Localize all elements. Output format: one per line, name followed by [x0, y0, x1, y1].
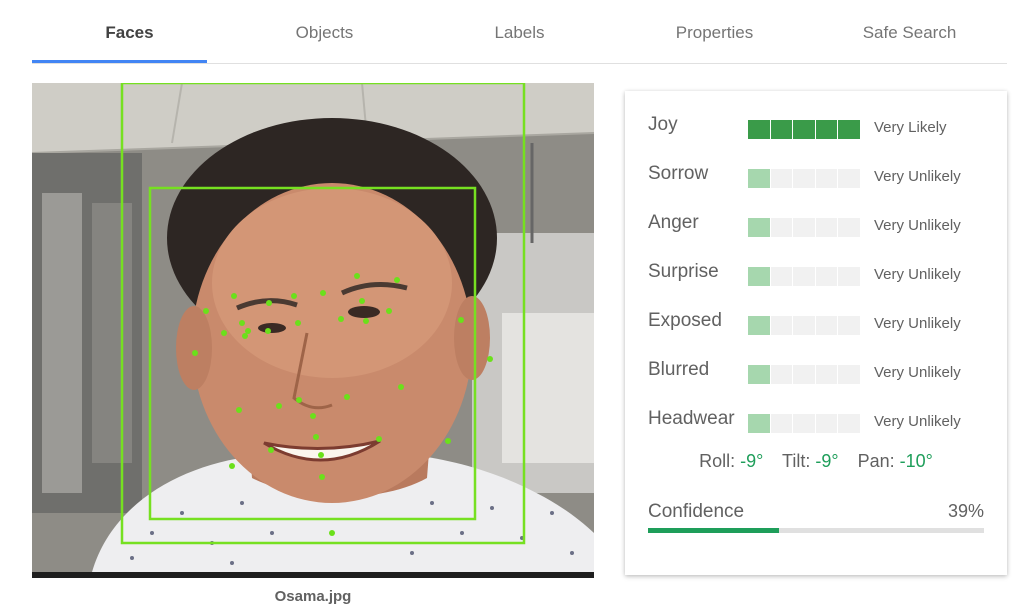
likelihood-label: Very Unlikely [874, 315, 961, 332]
pan-value: -10° [899, 451, 933, 471]
face-photo [32, 83, 594, 572]
meter-segment [838, 414, 860, 433]
tab-faces[interactable]: Faces [32, 0, 227, 63]
image-filename: Osama.jpg [274, 588, 352, 605]
meter-segment [748, 365, 770, 384]
likelihood-label: Very Likely [874, 119, 947, 136]
meter-segment [815, 365, 838, 384]
attribute-name: Headwear [648, 408, 735, 429]
meter-segment [793, 316, 815, 335]
analyzed-image [32, 83, 594, 578]
tab-properties[interactable]: Properties [617, 0, 812, 63]
head-angles: Roll: -9° Tilt: -9° Pan: -10° [625, 451, 1007, 472]
meter-segment [815, 316, 838, 335]
confidence-label: Confidence [648, 501, 745, 522]
attribute-row-sorrow: Sorrow Very Unlikely [648, 160, 988, 190]
meter-segment [770, 218, 793, 237]
meter-segment [770, 316, 793, 335]
meter-segment [838, 218, 860, 237]
meter-segment [748, 414, 770, 433]
roll-label: Roll: [699, 451, 736, 471]
attribute-name: Blurred [648, 359, 710, 380]
likelihood-meter [748, 267, 860, 286]
tab-bar: Faces Objects Labels Properties Safe Search [32, 0, 1007, 64]
meter-segment [838, 169, 860, 188]
likelihood-label: Very Unlikely [874, 266, 961, 283]
meter-segment [770, 169, 793, 188]
meter-segment [770, 267, 793, 286]
roll-value: -9° [740, 451, 764, 471]
attribute-row-exposed: Exposed Very Unlikely [648, 307, 988, 337]
meter-segment [838, 365, 860, 384]
meter-segment [793, 218, 815, 237]
image-bottom-bar [32, 572, 594, 578]
likelihood-meter [748, 120, 860, 139]
likelihood-meter [748, 365, 860, 384]
attribute-name: Surprise [648, 261, 719, 282]
meter-segment [748, 316, 770, 335]
meter-segment [815, 218, 838, 237]
confidence-bar-fill [648, 528, 780, 533]
attribute-name: Exposed [648, 310, 722, 331]
likelihood-meter [748, 414, 860, 433]
meter-segment [770, 120, 793, 139]
attribute-row-anger: Anger Very Unlikely [648, 209, 988, 239]
meter-segment [748, 218, 770, 237]
meter-segment [793, 414, 815, 433]
likelihood-meter [748, 218, 860, 237]
meter-segment [838, 120, 860, 139]
tab-safe-search[interactable]: Safe Search [812, 0, 1007, 63]
meter-segment [793, 267, 815, 286]
meter-segment [793, 169, 815, 188]
tilt-label: Tilt: [782, 451, 811, 471]
meter-segment [815, 120, 838, 139]
meter-segment [815, 267, 838, 286]
face-attributes-card: Joy Very Likely Sorrow Very Unlikely Anger Ve… [625, 91, 1007, 575]
pan-label: Pan: [857, 451, 895, 471]
meter-segment [770, 365, 793, 384]
likelihood-label: Very Unlikely [874, 168, 961, 185]
meter-segment [815, 414, 838, 433]
attribute-row-headwear: Headwear Very Unlikely [648, 405, 988, 435]
attribute-row-joy: Joy Very Likely [648, 111, 988, 141]
meter-segment [838, 267, 860, 286]
confidence-value: 39% [947, 501, 984, 521]
meter-segment [793, 365, 815, 384]
attribute-name: Joy [648, 114, 678, 135]
meter-segment [838, 316, 860, 335]
meter-segment [793, 120, 815, 139]
likelihood-label: Very Unlikely [874, 413, 961, 430]
meter-segment [770, 414, 793, 433]
tab-objects[interactable]: Objects [227, 0, 422, 63]
meter-segment [815, 169, 838, 188]
tilt-value: -9° [815, 451, 839, 471]
meter-segment [748, 120, 770, 139]
likelihood-label: Very Unlikely [874, 217, 961, 234]
likelihood-label: Very Unlikely [874, 364, 961, 381]
likelihood-meter [748, 169, 860, 188]
tab-labels[interactable]: Labels [422, 0, 617, 63]
meter-segment [748, 267, 770, 286]
likelihood-meter [748, 316, 860, 335]
attribute-name: Sorrow [648, 163, 709, 184]
attribute-row-surprise: Surprise Very Unlikely [648, 258, 988, 288]
attribute-name: Anger [648, 212, 699, 233]
confidence-bar [648, 528, 984, 533]
active-tab-indicator [32, 60, 207, 63]
attribute-row-blurred: Blurred Very Unlikely [648, 356, 988, 386]
meter-segment [748, 169, 770, 188]
